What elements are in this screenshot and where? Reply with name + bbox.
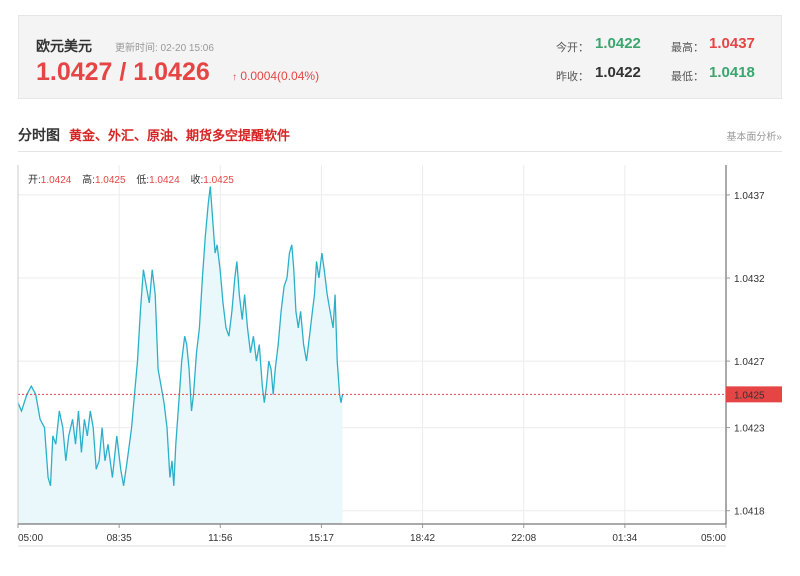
- ohlc-high-label: 高:: [82, 173, 95, 186]
- x-tick-label: 05:00: [18, 533, 43, 544]
- high-value: 1.0437: [709, 35, 755, 52]
- x-tick-label: 18:42: [410, 533, 435, 544]
- instrument-name: 欧元美元: [36, 38, 92, 54]
- x-tick-label: 05:00: [701, 533, 726, 544]
- tab-intraday[interactable]: 分时图: [18, 125, 60, 145]
- ohlc-readout: 开:1.0424 高:1.0425 低:1.0424 收:1.0425: [28, 173, 234, 186]
- y-tick-label: 1.0427: [734, 357, 765, 368]
- ohlc-low-label: 低:: [136, 173, 149, 186]
- open-value: 1.0422: [595, 35, 641, 52]
- prev-close-label: 昨收：: [556, 71, 589, 83]
- y-tick-label: 1.0418: [734, 507, 765, 518]
- ohlc-low: 1.0424: [149, 175, 180, 186]
- x-tick-label: 11:56: [208, 533, 233, 544]
- fundamentals-link[interactable]: 基本面分析»: [726, 128, 782, 143]
- update-time: 更新时间: 02-20 15:06: [115, 43, 214, 54]
- low-label: 最低：: [671, 71, 704, 83]
- x-tick-label: 22:08: [511, 533, 536, 544]
- chart-tabbar: 分时图 黄金、外汇、原油、期货多空提醒软件 基本面分析»: [18, 122, 782, 152]
- ohlc-open-label: 开:: [28, 175, 41, 186]
- high-label: 最高：: [671, 42, 704, 54]
- bid-ask-price: 1.0427 / 1.0426: [36, 58, 210, 86]
- up-arrow-icon: ↑: [232, 72, 237, 83]
- x-axis: 05:00 08:35 11:56 15:17 18:42 22:08 01:34 05:00: [17, 524, 727, 544]
- x-tick-label: 08:35: [107, 533, 132, 544]
- x-tick-label: 01:34: [612, 533, 637, 544]
- ohlc-open: 1.0424: [41, 175, 72, 186]
- y-tick-label: 1.0423: [734, 424, 765, 435]
- open-label: 今开：: [556, 42, 589, 54]
- price-change: ↑ 0.0004(0.04%): [232, 69, 319, 83]
- price-area: [18, 186, 343, 524]
- current-price-label: 1.0425: [734, 390, 765, 401]
- y-axis: 1.0437 1.0432 1.0427 1.0423 1.0418: [726, 191, 765, 518]
- quote-panel: 欧元美元 更新时间: 02-20 15:06 1.0427 / 1.0426 ↑…: [18, 15, 782, 99]
- ohlc-high: 1.0425: [95, 175, 126, 186]
- y-tick-label: 1.0432: [734, 274, 765, 285]
- ohlc-close-label: 收:: [190, 173, 203, 186]
- ohlc-close: 1.0425: [203, 175, 234, 186]
- chart-grid: [18, 165, 726, 524]
- prev-close-value: 1.0422: [595, 64, 641, 81]
- promo-link[interactable]: 黄金、外汇、原油、期货多空提醒软件: [69, 125, 290, 144]
- y-tick-label: 1.0437: [734, 191, 765, 202]
- intraday-chart: 1.0437 1.0432 1.0427 1.0423 1.0418 05:00 08:3…: [17, 165, 782, 547]
- price-change-value: 0.0004(0.04%): [240, 69, 320, 83]
- x-tick-label: 15:17: [309, 533, 334, 544]
- low-value: 1.0418: [709, 64, 755, 81]
